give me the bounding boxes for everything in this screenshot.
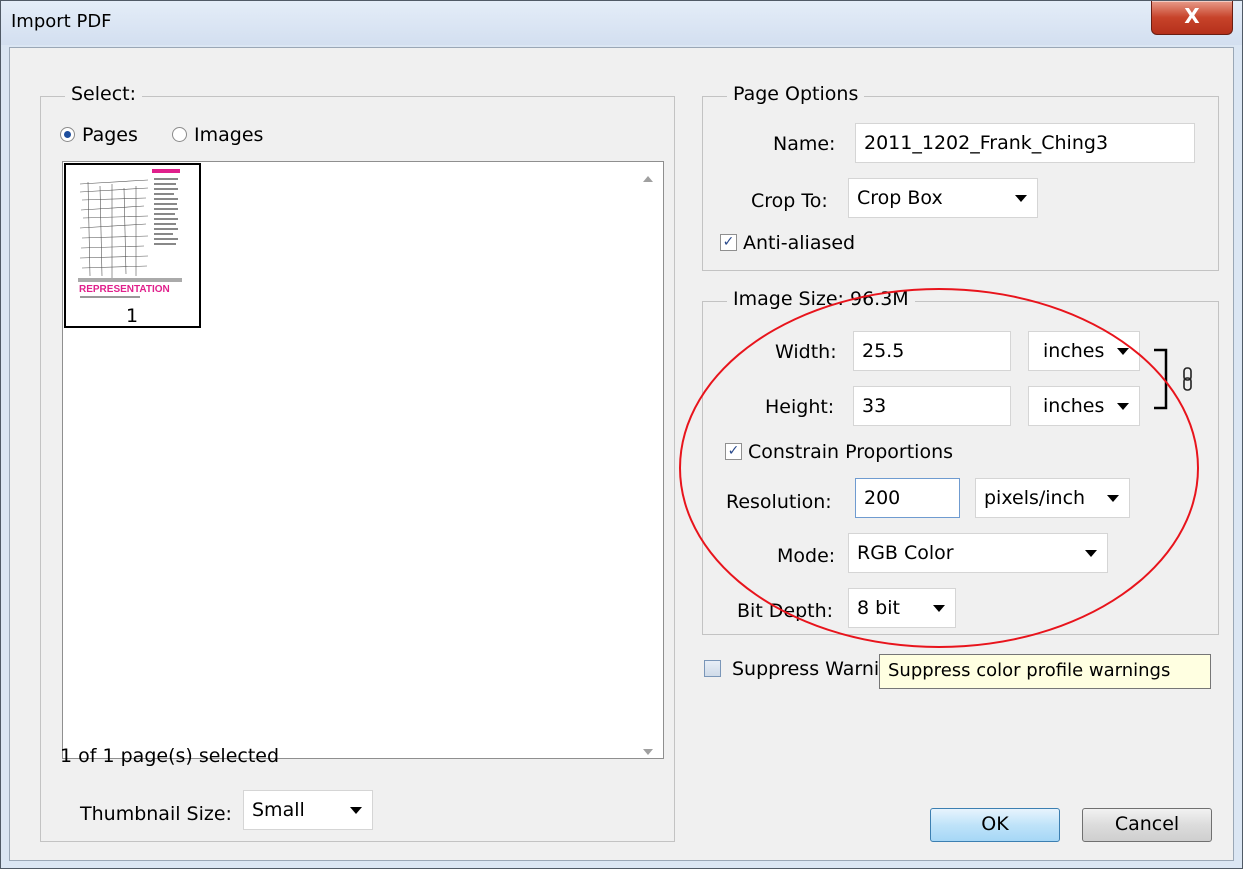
mode-value: RGB Color (857, 542, 954, 564)
bit-depth-label: Bit Depth: (737, 600, 834, 622)
anti-aliased-label: Anti-aliased (743, 232, 856, 254)
chevron-down-icon (1107, 495, 1119, 502)
constrain-proportions-checkbox[interactable]: ✓ (725, 443, 742, 460)
chevron-down-icon (1085, 550, 1097, 557)
mode-label: Mode: (777, 545, 836, 567)
radio-images-label: Images (194, 124, 264, 146)
name-field[interactable]: 2011_1202_Frank_Ching3 (855, 123, 1195, 163)
bit-depth-value: 8 bit (857, 597, 900, 619)
resolution-label: Resolution: (726, 491, 832, 513)
vertical-scrollbar[interactable] (633, 162, 663, 758)
resolution-value: 200 (864, 487, 901, 509)
width-label: Width: (775, 341, 837, 363)
scroll-up-icon[interactable] (641, 174, 655, 184)
height-label: Height: (765, 396, 835, 418)
ok-button[interactable]: OK (930, 808, 1060, 842)
width-unit-select[interactable]: inches (1028, 331, 1140, 371)
link-bracket (1154, 348, 1168, 410)
cancel-button[interactable]: Cancel (1082, 808, 1212, 842)
window-title: Import PDF (11, 11, 112, 32)
dialog-client-area: Select: Pages Images REPRESENTATION 1 1 … (9, 47, 1234, 861)
chevron-down-icon (933, 605, 945, 612)
thumbnail-title: REPRESENTATION (79, 284, 170, 295)
height-unit-value: inches (1043, 395, 1105, 417)
crop-to-value: Crop Box (857, 187, 943, 209)
selection-status: 1 of 1 page(s) selected (60, 745, 280, 767)
page-options-legend: Page Options (727, 83, 865, 105)
page-thumbnail-list[interactable]: REPRESENTATION 1 (62, 161, 664, 759)
close-button[interactable]: X (1151, 1, 1233, 35)
resolution-unit-select[interactable]: pixels/inch (975, 478, 1130, 518)
page-thumbnail-image: REPRESENTATION (78, 166, 182, 304)
chevron-down-icon (350, 807, 362, 814)
thumbnail-size-select[interactable]: Small (243, 790, 373, 830)
radio-pages-label: Pages (82, 124, 138, 146)
chevron-down-icon (1117, 403, 1129, 410)
title-bar[interactable]: Import PDF X (1, 1, 1242, 45)
width-unit-value: inches (1043, 340, 1105, 362)
height-value: 33 (862, 395, 887, 417)
mode-select[interactable]: RGB Color (848, 533, 1108, 573)
suppress-warnings-tooltip: Suppress color profile warnings (879, 654, 1211, 689)
width-field[interactable]: 25.5 (853, 331, 1011, 371)
chain-link-icon[interactable] (1181, 366, 1195, 394)
thumbnail-size-value: Small (252, 799, 305, 821)
height-field[interactable]: 33 (853, 386, 1011, 426)
height-unit-select[interactable]: inches (1028, 386, 1140, 426)
ok-label: OK (981, 813, 1009, 835)
chevron-down-icon (1015, 195, 1027, 202)
anti-aliased-checkbox[interactable]: ✓ (720, 234, 737, 251)
page-thumbnail[interactable]: REPRESENTATION 1 (64, 163, 201, 328)
import-pdf-dialog: Import PDF X Select: Pages Images REPRES… (0, 0, 1243, 869)
thumbnail-size-label: Thumbnail Size: (80, 803, 232, 825)
page-number: 1 (126, 305, 139, 327)
radio-images-indicator[interactable] (172, 127, 187, 142)
bit-depth-select[interactable]: 8 bit (848, 588, 956, 628)
name-label: Name: (773, 133, 836, 155)
radio-pages-indicator[interactable] (60, 127, 75, 142)
select-legend: Select: (65, 83, 143, 105)
suppress-warnings-checkbox[interactable] (704, 660, 721, 677)
close-icon: X (1184, 4, 1200, 28)
chevron-down-icon (1117, 348, 1129, 355)
crop-to-label: Crop To: (751, 190, 828, 212)
crop-to-select[interactable]: Crop Box (848, 178, 1038, 218)
resolution-unit-value: pixels/inch (984, 487, 1086, 509)
width-value: 25.5 (862, 340, 905, 362)
scroll-down-icon[interactable] (641, 747, 655, 757)
constrain-proportions-label: Constrain Proportions (748, 441, 954, 463)
image-size-legend: Image Size: 96.3M (727, 288, 915, 310)
resolution-field[interactable]: 200 (855, 478, 960, 518)
cancel-label: Cancel (1114, 813, 1180, 835)
name-value: 2011_1202_Frank_Ching3 (864, 132, 1109, 154)
